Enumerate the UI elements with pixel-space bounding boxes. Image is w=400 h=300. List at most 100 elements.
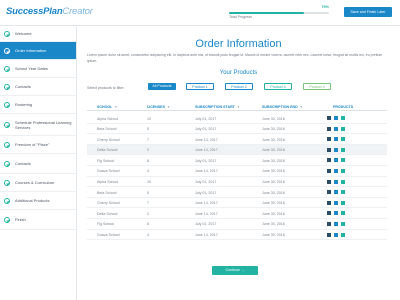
product-square-icon	[327, 158, 331, 163]
product-square-icon	[334, 179, 338, 184]
cell-school: Beta School	[97, 190, 117, 195]
table-row[interactable]: Delta School 2 June 14, 2017 June 30, 2018	[87, 144, 387, 156]
cell-start: June 14, 2017	[195, 169, 218, 174]
product-indicators	[327, 116, 348, 120]
product-square-icon	[327, 221, 331, 226]
sidebar-item[interactable]: Additional Products	[0, 192, 76, 210]
sidebar-item[interactable]: Order Information	[0, 42, 76, 60]
sidebar-item[interactable]: Courses & Curriculum	[0, 174, 76, 192]
product-square-icon	[327, 168, 331, 173]
tab-product-3[interactable]: Product 3	[264, 83, 292, 90]
cell-school: Delta School	[97, 211, 118, 216]
continue-button[interactable]: Continue →	[212, 266, 258, 275]
progress-label: Total Progress	[229, 15, 252, 19]
product-indicators	[327, 137, 348, 142]
column-header-subscription-start[interactable]: SUBSCRIPTION START ▼	[195, 105, 240, 109]
sidebar-item-label: Finish	[15, 217, 26, 222]
check-circle-icon	[4, 141, 10, 148]
cell-licenses: 4	[147, 233, 149, 238]
cell-end: June 30, 2018	[262, 180, 285, 185]
table-row[interactable]: Delta School 2 June 14, 2017 June 30, 2018	[87, 208, 387, 219]
table-row[interactable]: Guava School 4 June 14, 2017 June 30, 2018	[87, 166, 387, 177]
product-square-icon	[327, 211, 331, 216]
sidebar-item-label: Contacts	[15, 161, 31, 166]
product-square-icon	[341, 137, 345, 142]
sidebar-item-label: Additional Products	[15, 198, 50, 203]
logo-bold-text: SuccessPlan	[6, 6, 63, 17]
tab-product-4[interactable]: Product 4	[303, 83, 331, 90]
sidebar-item[interactable]: Contacts	[0, 78, 76, 96]
product-square-icon	[341, 158, 345, 163]
product-square-icon	[327, 179, 331, 184]
product-square-icon	[334, 221, 338, 226]
check-circle-icon	[4, 83, 10, 90]
sidebar: Welcome Order Information School Year Date…	[0, 26, 77, 300]
product-square-icon	[341, 116, 345, 120]
table-row[interactable]: Alpha School 10 July 01, 2017 June 30, 2018	[87, 113, 387, 124]
app-logo[interactable]: SuccessPlanCreator	[6, 6, 93, 17]
progress-percent: 75%	[321, 5, 329, 9]
sidebar-item[interactable]: Rostering	[0, 96, 76, 114]
cell-end: June 30, 2018	[262, 201, 285, 206]
column-header-licenses[interactable]: LICENSES ▼	[147, 105, 170, 109]
product-square-icon	[334, 200, 338, 205]
cell-school: Fig School	[97, 158, 114, 163]
top-bar: SuccessPlanCreator Total Progress 75% Sa…	[0, 0, 400, 26]
product-square-icon	[341, 232, 345, 237]
cell-end: June 30, 2018	[262, 148, 285, 153]
column-header-school[interactable]: SCHOOL ▼	[97, 105, 117, 109]
product-indicators	[327, 190, 348, 195]
table-row[interactable]: Beta School 5 July 01, 2017 June 30, 2018	[87, 187, 387, 198]
check-circle-icon	[4, 101, 10, 108]
sidebar-item-label: Courses & Curriculum	[15, 180, 55, 185]
sidebar-item[interactable]: Welcome	[0, 26, 76, 42]
cell-school: Alpha School	[97, 180, 119, 185]
column-header-products: PRODUCTS	[333, 105, 353, 109]
tab-product-1[interactable]: Product 1	[186, 83, 214, 90]
check-circle-icon	[4, 47, 10, 54]
cell-school: Alpha School	[97, 116, 119, 121]
cell-end: June 30, 2018	[262, 190, 285, 195]
product-square-icon	[334, 147, 338, 152]
sidebar-item[interactable]: Contacts	[0, 154, 76, 174]
product-square-icon	[341, 200, 345, 205]
table-row[interactable]: Cherry School 7 June 14, 2017 June 30, 2018	[87, 198, 387, 209]
cell-school: Cherry School	[97, 201, 120, 206]
product-square-icon	[327, 137, 331, 142]
cell-start: June 14, 2017	[195, 148, 218, 153]
sidebar-item[interactable]: Schedule Professional Learning Services	[0, 114, 76, 136]
cell-licenses: 4	[147, 169, 149, 174]
table-row[interactable]: Beta School 5 July 01, 2017 June 30, 2018	[87, 124, 387, 135]
sort-icon: ▼	[299, 105, 303, 109]
table-row[interactable]: Fig School 8 July 01, 2017 June 30, 2018	[87, 155, 387, 166]
cell-end: June 30, 2018	[262, 127, 285, 132]
page-title: Order Information	[195, 38, 282, 50]
product-square-icon	[334, 126, 338, 131]
product-square-icon	[327, 200, 331, 205]
main-content: Order Information Lorem ipsum dolor sit …	[77, 26, 400, 300]
product-square-icon	[341, 147, 345, 152]
table-row[interactable]: Guava School 4 June 14, 2017 June 30, 2018	[87, 230, 387, 241]
progress-fill	[229, 12, 304, 14]
product-indicators	[327, 200, 348, 205]
product-square-icon	[334, 158, 338, 163]
save-and-finish-later-button[interactable]: Save and Finish Later	[344, 7, 392, 17]
table-row[interactable]: Alpha School 10 July 01, 2017 June 30, 2018	[87, 177, 387, 188]
sidebar-item[interactable]: Freedom of "Place"	[0, 136, 76, 154]
product-indicators	[327, 179, 348, 184]
check-circle-icon	[4, 197, 10, 204]
cell-licenses: 2	[147, 148, 149, 153]
sidebar-item[interactable]: Finish	[0, 210, 76, 230]
cell-school: Fig School	[97, 222, 114, 227]
tab-all-products[interactable]: All Products	[148, 83, 176, 90]
tab-product-2[interactable]: Product 2	[225, 83, 253, 90]
column-header-subscription-end[interactable]: SUBSCRIPTION END ▼	[262, 105, 303, 109]
cell-start: June 14, 2017	[195, 201, 218, 206]
table-header: SCHOOL ▼ LICENSES ▼ SUBSCRIPTION START ▼ SU…	[87, 104, 387, 111]
table-row[interactable]: Fig School 8 July 01, 2017 June 30, 2018	[87, 219, 387, 230]
product-indicators	[327, 158, 348, 163]
sidebar-item[interactable]: School Year Dates	[0, 60, 76, 78]
check-circle-icon	[4, 160, 10, 167]
cell-start: June 14, 2017	[195, 137, 218, 142]
table-row[interactable]: Cherry School 7 June 14, 2017 June 30, 2018	[87, 134, 387, 145]
